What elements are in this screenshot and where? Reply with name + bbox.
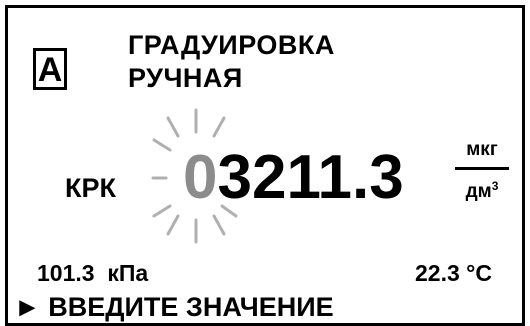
unit-denominator: дм3 bbox=[455, 170, 509, 203]
editable-digit-cursor[interactable]: 0 bbox=[183, 143, 217, 212]
measured-value: 03211.3 bbox=[183, 143, 404, 213]
unit-denominator-base: дм bbox=[465, 181, 492, 202]
temperature-readout: 22.3 °C bbox=[415, 260, 492, 286]
value-digits: 3211.3 bbox=[217, 143, 404, 212]
input-prompt: ► ВВЕДИТЕ ЗНАЧЕНИЕ bbox=[14, 292, 334, 322]
unit-numerator: мкг bbox=[455, 139, 509, 170]
unit-fraction: мкг дм3 bbox=[455, 139, 509, 203]
unit-exponent: 3 bbox=[491, 179, 499, 193]
prompt-text: ВВЕДИТЕ ЗНАЧЕНИЕ bbox=[48, 292, 334, 322]
prompt-arrow-icon: ► bbox=[14, 292, 41, 322]
instrument-display: А ГРАДУИРОВКА РУЧНАЯ КРК 03211.3 мкг дм3… bbox=[5, 5, 525, 326]
pressure-readout: 101.3 кПа bbox=[37, 260, 149, 286]
